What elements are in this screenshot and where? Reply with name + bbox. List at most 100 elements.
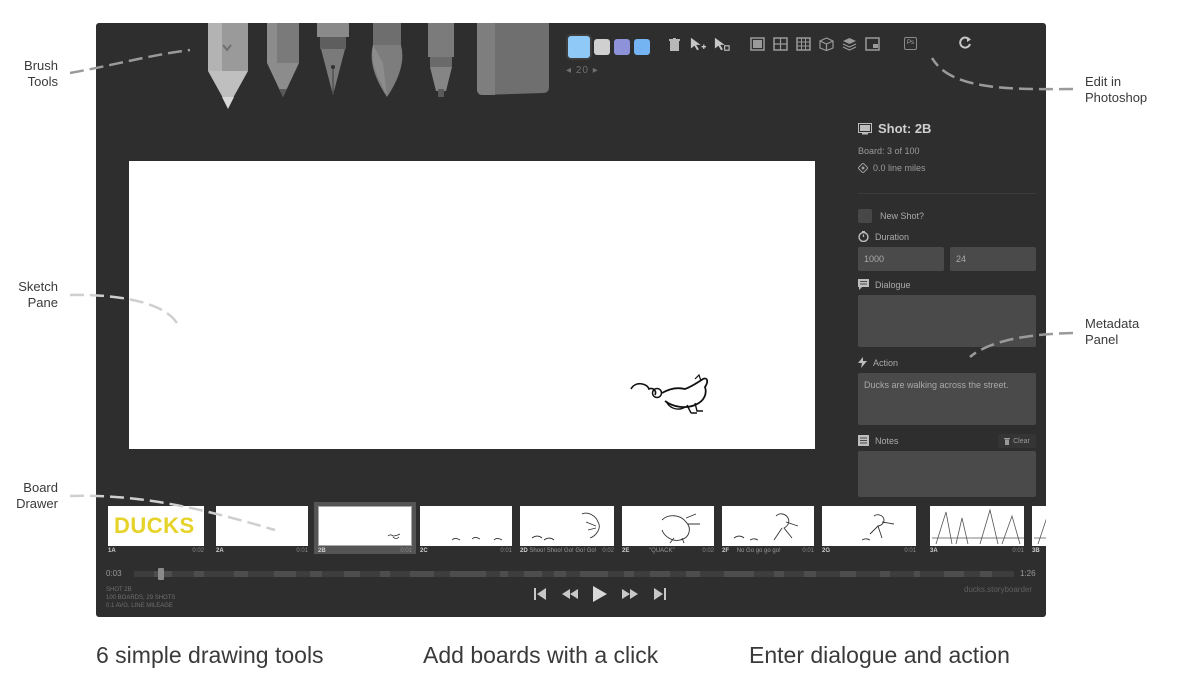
board-drawer: DUCKS 1A 0:02 2A 0:01 2B 0:01 2C 0:01 2D…	[96, 500, 1046, 558]
board-thumbnail	[216, 506, 308, 546]
board-2c[interactable]: 2C 0:01	[416, 502, 516, 554]
board-thumbnail	[622, 506, 714, 546]
line-miles-row: 0.0 line miles	[858, 163, 926, 173]
board-thumbnail	[930, 506, 1024, 546]
timeline-playhead[interactable]	[158, 568, 164, 580]
trash-icon[interactable]	[666, 36, 682, 52]
action-field[interactable]: Ducks are walking across the street.	[858, 373, 1036, 425]
board-info: Board: 3 of 100	[858, 146, 920, 156]
chase-sketch	[531, 512, 600, 541]
color-swatch-3[interactable]	[614, 39, 630, 55]
note-pen-icon[interactable]	[425, 23, 457, 99]
eraser-icon[interactable]	[473, 23, 553, 99]
callout-edit-in-photoshop: Edit in Photoshop	[1085, 74, 1148, 105]
thirds-grid-icon[interactable]	[796, 37, 811, 51]
perspective-cube-icon[interactable]	[819, 37, 834, 51]
pen-icon[interactable]	[315, 23, 351, 99]
notes-label: Notes	[858, 435, 899, 446]
city-sketch	[1034, 518, 1046, 545]
quad-grid-icon[interactable]	[773, 37, 788, 51]
diamond-icon	[858, 163, 868, 173]
play-icon[interactable]	[591, 585, 609, 603]
fast-forward-icon[interactable]	[621, 585, 639, 603]
camera-frame-icon[interactable]	[865, 37, 880, 51]
caption-dialogue-action: Enter dialogue and action	[749, 642, 1010, 668]
add-selection-icon[interactable]	[690, 36, 706, 52]
layers-icon[interactable]	[842, 37, 857, 51]
photoshop-button[interactable]: Ps	[904, 37, 917, 50]
single-frame-icon[interactable]	[750, 37, 765, 51]
project-stats: SHOT 2B 100 BOARDS, 29 SHOTS 0.1 AVG. LI…	[106, 587, 176, 609]
board-2d[interactable]: 2D Shoo! Shoo! Go! Go! Go! 0:02	[516, 502, 618, 554]
ducks-title-card: DUCKS	[114, 513, 195, 538]
dialogue-label: Dialogue	[858, 279, 911, 290]
board-thumbnail: DUCKS	[108, 506, 204, 546]
duration-frames-field[interactable]: 24	[950, 247, 1036, 271]
board-2a[interactable]: 2A 0:01	[212, 502, 312, 554]
color-swatches	[568, 36, 650, 58]
board-3a[interactable]: 3A 0:01	[926, 502, 1028, 554]
stopwatch-icon	[858, 231, 869, 242]
board-3b[interactable]: 3B	[1028, 502, 1046, 554]
board-2b[interactable]: 2B 0:01	[314, 502, 416, 554]
duck-sketch	[630, 373, 709, 414]
brush-icon[interactable]	[367, 23, 407, 99]
color-swatch-4[interactable]	[634, 39, 650, 55]
color-swatch-1[interactable]	[568, 36, 590, 58]
action-label: Action	[858, 357, 898, 368]
duration-ms-field[interactable]: 1000	[858, 247, 944, 271]
board-thumbnail	[822, 506, 916, 546]
ducks-mini-sketch	[451, 537, 503, 541]
lightning-icon	[858, 357, 867, 368]
board-thumbnail	[520, 506, 614, 546]
board-2e[interactable]: 2E "QUACK" 0:02	[618, 502, 718, 554]
clear-notes-button[interactable]: Clear	[998, 434, 1036, 448]
board-thumbnail	[420, 506, 512, 546]
brush-size-readout: ◂ 20 ▸	[566, 65, 599, 76]
light-pencil-icon[interactable]	[203, 23, 253, 111]
speech-bubble-icon	[858, 279, 869, 290]
playback-controls	[531, 585, 669, 603]
city-sketch	[932, 508, 1024, 545]
board-1a[interactable]: DUCKS 1A 0:02	[104, 502, 208, 554]
skip-end-icon[interactable]	[651, 585, 669, 603]
notes-field[interactable]	[858, 451, 1036, 497]
board-2f[interactable]: 2F No Go go go go! 0:01	[718, 502, 818, 554]
view-tools	[750, 37, 880, 51]
divider	[858, 193, 1036, 194]
size-decrease-icon[interactable]: ◂	[566, 65, 572, 76]
rewind-icon[interactable]	[561, 585, 579, 603]
duck-quack-sketch	[661, 513, 700, 544]
app-window: ◂ 20 ▸ Ps Shot: 2B Board: 3 of 100 0.0 l…	[96, 23, 1046, 617]
file-name: ducks.storyboarder	[964, 585, 1033, 594]
callout-metadata-panel: Metadata Panel	[1085, 316, 1140, 347]
board-2g[interactable]: 2G 0:01	[818, 502, 920, 554]
caption-drawing-tools: 6 simple drawing tools	[96, 642, 324, 668]
sketch-pane[interactable]	[129, 161, 815, 449]
board-thumbnail	[318, 506, 412, 546]
skip-start-icon[interactable]	[531, 585, 549, 603]
caption-add-boards: Add boards with a click	[423, 642, 659, 668]
new-shot-row: New Shot?	[858, 209, 924, 223]
new-shot-checkbox[interactable]	[858, 209, 872, 223]
duration-label: Duration	[858, 231, 909, 242]
man-chasing-sketch	[733, 513, 799, 541]
color-swatch-2[interactable]	[594, 39, 610, 55]
notes-icon	[858, 435, 869, 446]
transform-selection-icon[interactable]	[714, 36, 730, 52]
callout-sketch-pane: Sketch Pane	[18, 279, 58, 310]
metadata-panel: Shot: 2B Board: 3 of 100 0.0 line miles …	[858, 121, 1036, 511]
dialogue-field[interactable]	[858, 295, 1036, 347]
board-thumbnail	[1032, 506, 1046, 546]
timeline-shot-markers	[154, 571, 992, 577]
brush-toolbar	[201, 23, 581, 118]
pencil-icon[interactable]	[265, 23, 301, 99]
timeline-track[interactable]	[134, 571, 1014, 577]
timeline-end: 1:26	[1020, 569, 1036, 578]
timeline-start: 0:03	[106, 569, 122, 578]
refresh-icon[interactable]	[958, 36, 972, 50]
edit-tools	[666, 36, 730, 52]
size-increase-icon[interactable]: ▸	[593, 65, 599, 76]
trash-small-icon	[1004, 437, 1011, 445]
duck-mini-sketch	[387, 533, 401, 539]
